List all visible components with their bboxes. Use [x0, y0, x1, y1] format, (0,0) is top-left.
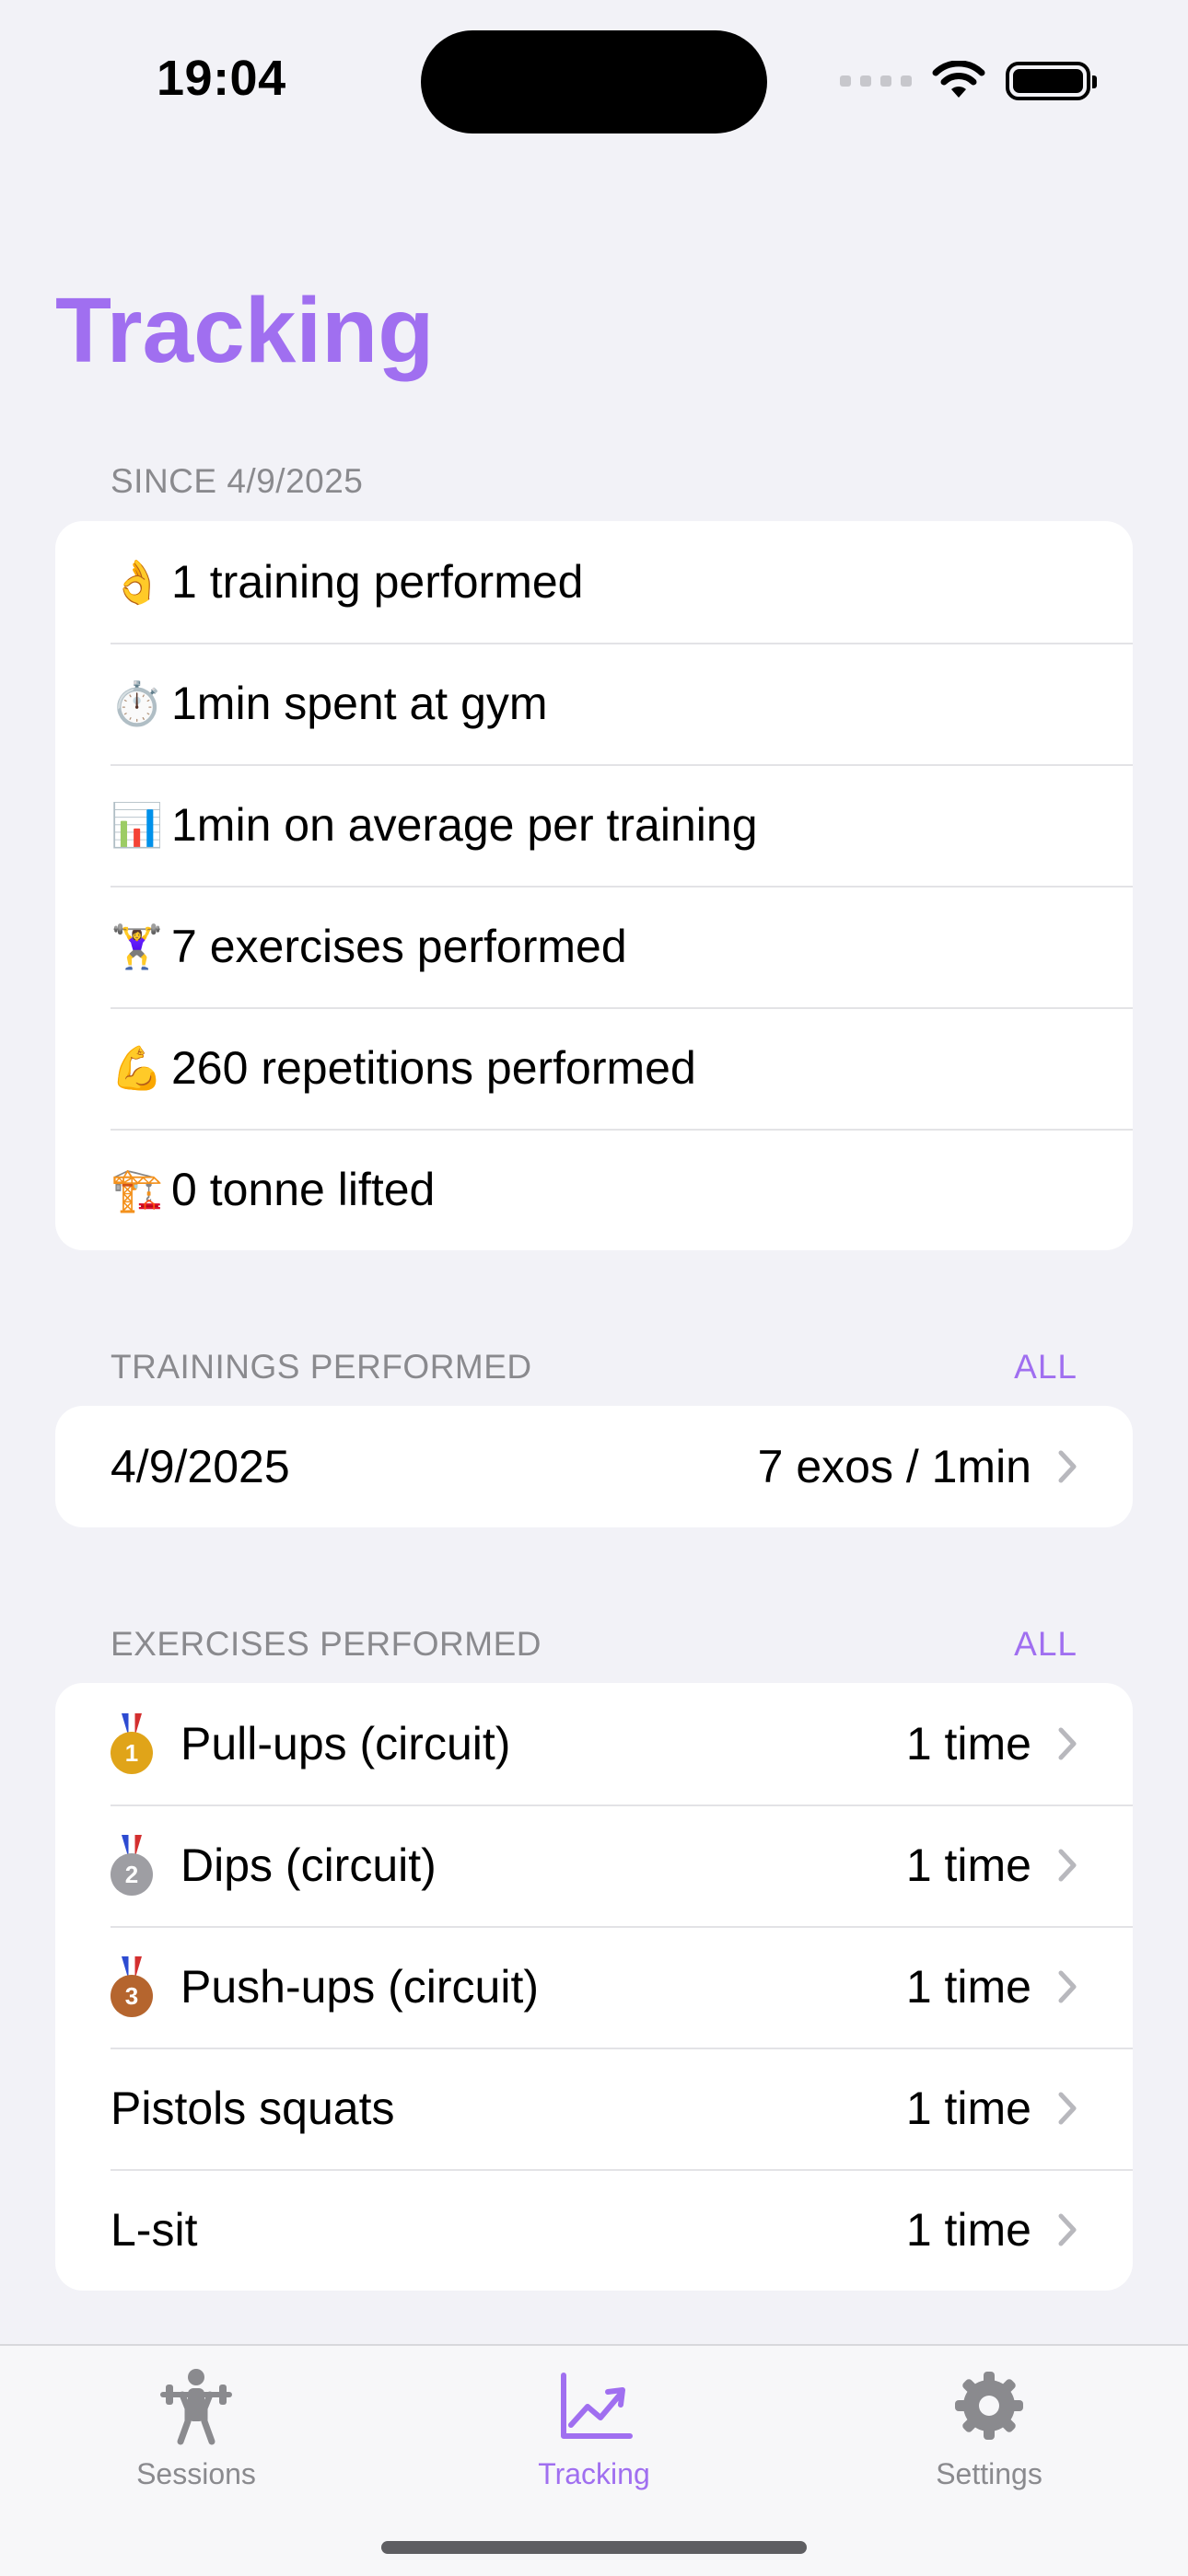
dynamic-island [421, 30, 767, 133]
summary-row: 💪 260 repetitions performed [55, 1007, 1133, 1129]
crane-icon: 🏗️ [111, 1165, 164, 1213]
exercise-count: 1 time [905, 1839, 1031, 1891]
chevron-right-icon [1057, 2091, 1077, 2126]
exercise-name: Push-ups (circuit) [181, 1961, 539, 2013]
exercise-count: 1 time [905, 1718, 1031, 1770]
training-row[interactable]: 4/9/2025 7 exos / 1min [55, 1406, 1133, 1527]
exercises-section-header: EXERCISES PERFORMED [111, 1625, 542, 1663]
trainings-all-button[interactable]: ALL [1014, 1348, 1077, 1387]
summary-row: 👌 1 training performed [55, 521, 1133, 643]
exercise-row[interactable]: 3 Push-ups (circuit) 1 time [55, 1926, 1133, 2048]
silver-medal-icon: 2 [111, 1835, 153, 1896]
stopwatch-icon: ⏱️ [111, 679, 164, 727]
exercise-count: 1 time [905, 1961, 1031, 2013]
summary-row-label: 260 repetitions performed [171, 1042, 696, 1094]
summary-card: 👌 1 training performed ⏱️ 1min spent at … [55, 521, 1133, 1250]
page-title: Tracking [55, 279, 435, 382]
exercise-count: 1 time [905, 2204, 1031, 2256]
chart-trend-icon [561, 2373, 633, 2439]
summary-row: 🏋️‍♀️ 7 exercises performed [55, 886, 1133, 1007]
exercise-name: L-sit [111, 2204, 198, 2256]
training-date: 4/9/2025 [111, 1441, 290, 1492]
bronze-medal-icon: 3 [111, 1956, 153, 2017]
chevron-right-icon [1057, 2212, 1077, 2247]
exercise-name: Pistols squats [111, 2083, 395, 2134]
weightlifter-icon: 🏋️‍♀️ [111, 922, 164, 970]
trainings-section-header: TRAININGS PERFORMED [111, 1348, 532, 1386]
cellular-signal-icon [840, 75, 912, 87]
wifi-icon [932, 61, 985, 98]
summary-section-header: SINCE 4/9/2025 [111, 462, 364, 500]
exercises-card: 1 Pull-ups (circuit) 1 time 2 Dips (circ… [55, 1683, 1133, 2291]
summary-row: 🏗️ 0 tonne lifted [55, 1129, 1133, 1250]
medal-rank: 2 [111, 1853, 153, 1896]
exercises-all-button[interactable]: ALL [1014, 1625, 1077, 1664]
medal-rank: 1 [111, 1732, 153, 1774]
exercise-row[interactable]: 1 Pull-ups (circuit) 1 time [55, 1683, 1133, 1804]
weightlifting-icon [160, 2369, 232, 2445]
tab-label: Settings [936, 2457, 1042, 2490]
summary-row-label: 1min spent at gym [171, 678, 548, 729]
ok-hand-icon: 👌 [111, 557, 164, 606]
summary-row: 📊 1min on average per training [55, 764, 1133, 886]
tab-tracking[interactable]: Tracking [474, 2364, 714, 2491]
summary-row-label: 7 exercises performed [171, 921, 627, 972]
chevron-right-icon [1057, 1449, 1077, 1484]
status-time: 19:04 [157, 51, 286, 106]
tab-settings[interactable]: Settings [869, 2364, 1109, 2491]
battery-icon [1006, 62, 1097, 100]
exercise-name: Dips (circuit) [181, 1839, 437, 1891]
flexed-biceps-icon: 💪 [111, 1043, 164, 1092]
medal-rank: 3 [111, 1975, 153, 2017]
trainings-card: 4/9/2025 7 exos / 1min [55, 1406, 1133, 1527]
exercise-name: Pull-ups (circuit) [181, 1718, 511, 1770]
tab-label: Sessions [136, 2457, 256, 2490]
tab-label: Tracking [538, 2457, 650, 2490]
chevron-right-icon [1057, 1726, 1077, 1761]
summary-row-label: 1min on average per training [171, 799, 758, 851]
summary-row: ⏱️ 1min spent at gym [55, 643, 1133, 764]
exercise-count: 1 time [905, 2083, 1031, 2134]
chevron-right-icon [1057, 1848, 1077, 1883]
exercise-row[interactable]: Pistols squats 1 time [55, 2048, 1133, 2169]
summary-row-label: 1 training performed [171, 556, 584, 608]
bar-chart-icon: 📊 [111, 800, 164, 849]
gear-icon [955, 2372, 1023, 2440]
status-icons [840, 53, 1097, 109]
gold-medal-icon: 1 [111, 1713, 153, 1774]
tab-sessions[interactable]: Sessions [76, 2364, 316, 2491]
summary-row-label: 0 tonne lifted [171, 1164, 436, 1215]
exercise-row[interactable]: L-sit 1 time [55, 2169, 1133, 2291]
home-indicator [381, 2541, 807, 2554]
chevron-right-icon [1057, 1969, 1077, 2004]
exercise-row[interactable]: 2 Dips (circuit) 1 time [55, 1804, 1133, 1926]
training-summary: 7 exos / 1min [757, 1441, 1031, 1492]
